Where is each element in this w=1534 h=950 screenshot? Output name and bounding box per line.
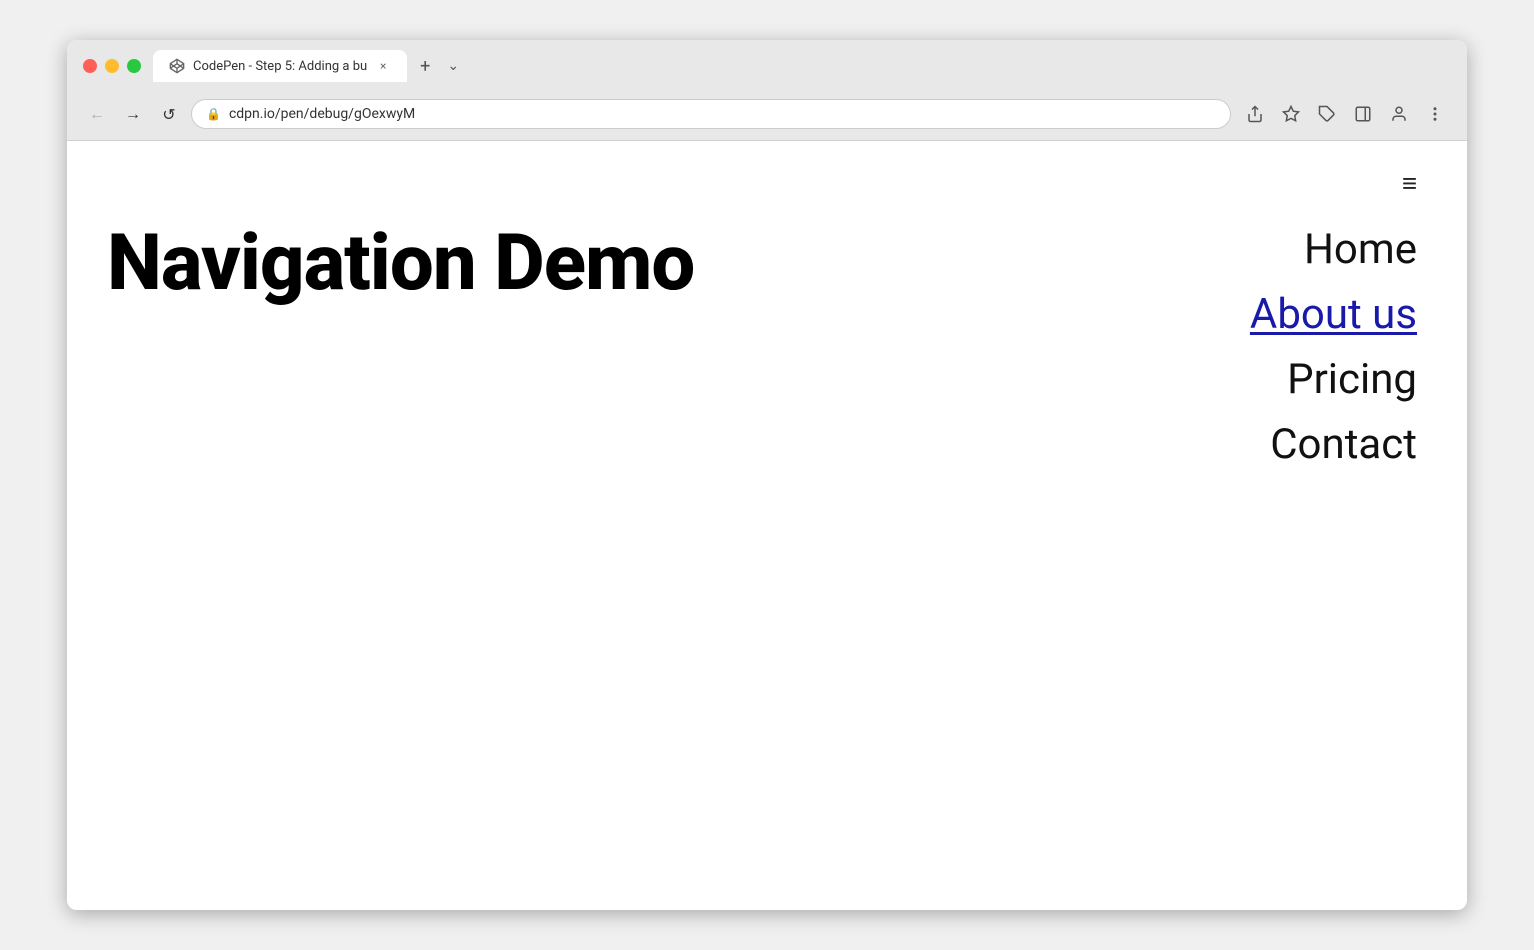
puzzle-icon [1318, 105, 1336, 123]
nav-item-pricing[interactable]: Pricing [1287, 347, 1417, 412]
address-bar: ← → ↺ 🔒 cdpn.io/pen/debug/gOexwyM [67, 90, 1467, 141]
back-button[interactable]: ← [83, 100, 111, 128]
address-actions [1239, 98, 1451, 130]
hamburger-icon[interactable]: ≡ [1402, 171, 1417, 197]
sidebar-button[interactable] [1347, 98, 1379, 130]
close-button[interactable] [83, 59, 97, 73]
profile-button[interactable] [1383, 98, 1415, 130]
sidebar-icon [1354, 105, 1372, 123]
browser-window: CodePen - Step 5: Adding a bu × + ⌄ ← → … [67, 40, 1467, 910]
maximize-button[interactable] [127, 59, 141, 73]
title-bar: CodePen - Step 5: Adding a bu × + ⌄ [67, 40, 1467, 90]
nav-menu: ≡ Home About us Pricing Contact [1250, 171, 1417, 477]
menu-button[interactable] [1419, 98, 1451, 130]
tab-close-button[interactable]: × [375, 58, 391, 74]
traffic-lights-row: CodePen - Step 5: Adding a bu × + ⌄ [83, 50, 1451, 82]
url-text: cdpn.io/pen/debug/gOexwyM [229, 106, 1216, 122]
tab-title: CodePen - Step 5: Adding a bu [193, 59, 367, 74]
nav-item-about[interactable]: About us [1250, 282, 1417, 347]
new-tab-button[interactable]: + [411, 52, 439, 80]
more-icon [1426, 105, 1444, 123]
page-content: Navigation Demo ≡ Home About us Pricing … [67, 141, 1467, 910]
codepen-icon [169, 58, 185, 74]
page-heading: Navigation Demo [107, 221, 694, 307]
bookmark-button[interactable] [1275, 98, 1307, 130]
tab-dropdown-button[interactable]: ⌄ [439, 52, 467, 80]
tabs-row: CodePen - Step 5: Adding a bu × + ⌄ [153, 50, 467, 82]
bookmark-icon [1282, 105, 1300, 123]
active-tab[interactable]: CodePen - Step 5: Adding a bu × [153, 50, 407, 82]
profile-icon [1390, 105, 1408, 123]
reload-icon: ↺ [162, 105, 175, 124]
nav-item-home[interactable]: Home [1304, 217, 1417, 282]
minimize-button[interactable] [105, 59, 119, 73]
nav-item-contact[interactable]: Contact [1270, 412, 1417, 477]
share-button[interactable] [1239, 98, 1271, 130]
extensions-button[interactable] [1311, 98, 1343, 130]
forward-button[interactable]: → [119, 100, 147, 128]
forward-icon: → [125, 104, 141, 124]
url-bar[interactable]: 🔒 cdpn.io/pen/debug/gOexwyM [191, 99, 1231, 129]
lock-icon: 🔒 [206, 107, 221, 121]
traffic-lights [83, 59, 141, 73]
back-icon: ← [89, 104, 105, 124]
share-icon [1246, 105, 1264, 123]
reload-button[interactable]: ↺ [155, 100, 183, 128]
